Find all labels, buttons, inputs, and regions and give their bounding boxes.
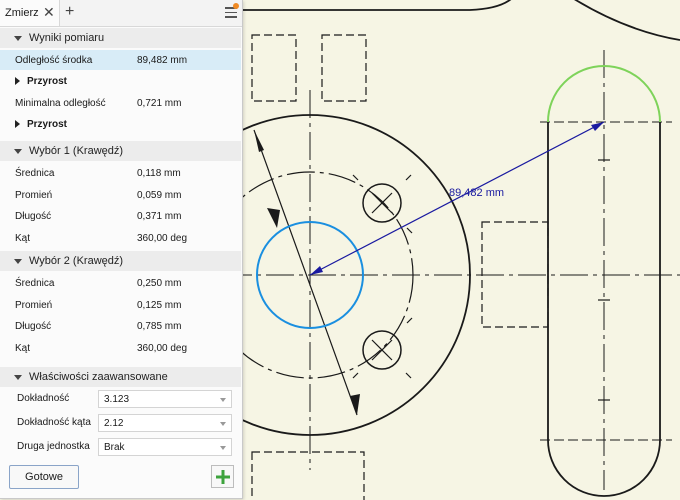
section-title: Wybór 1 (Krawędź) <box>29 145 124 157</box>
increment-expander-1[interactable]: Przyrost <box>15 71 67 91</box>
angle-precision-dropdown[interactable]: 2.12 <box>98 414 232 432</box>
section-results-header[interactable]: Wyniki pomiaru <box>0 28 241 48</box>
row-diameter-2[interactable]: Średnica 0,250 mm <box>0 273 241 293</box>
done-button[interactable]: Gotowe <box>9 465 79 489</box>
hidden-rect-bottom <box>251 451 365 500</box>
panel-tabbar: Zmierz ✕ + <box>0 0 242 27</box>
row-value: 0,721 mm <box>137 97 182 109</box>
add-tab-icon[interactable]: + <box>65 3 74 21</box>
row-label: Średnica <box>15 167 55 179</box>
row-value: 360,00 deg <box>137 342 188 354</box>
dimension-label: 89,482 mm <box>449 187 504 199</box>
row-radius-1[interactable]: Promień 0,059 mm <box>0 185 241 205</box>
row-value: 0,125 mm <box>137 299 182 311</box>
tab-title: Zmierz <box>5 7 39 19</box>
dimension-arrow-start <box>310 266 323 275</box>
row-value: 360,00 deg <box>137 232 188 244</box>
row-value: 0,059 mm <box>137 189 182 201</box>
expand-triangle-icon <box>15 77 20 85</box>
row-value: 0,785 mm <box>137 320 182 332</box>
collapse-triangle-icon <box>14 258 22 264</box>
chevron-down-icon <box>220 398 226 402</box>
section-arrow-bottom <box>350 394 360 415</box>
row-label: Promień <box>15 189 53 201</box>
row-value: 0,250 mm <box>137 277 182 289</box>
dropdown-value: Brak <box>104 441 125 453</box>
precision-dropdown[interactable]: 3.123 <box>98 390 232 408</box>
row-label: Długość <box>15 210 52 222</box>
row-value: 0,118 mm <box>137 167 181 179</box>
second-unit-dropdown[interactable]: Brak <box>98 438 232 456</box>
row-value: 0,371 mm <box>137 210 182 222</box>
hidden-rect-top-right <box>321 34 367 102</box>
section-selection2-header[interactable]: Wybór 2 (Krawędź) <box>0 251 241 271</box>
precision-label: Dokładność <box>17 393 70 404</box>
increment-label: Przyrost <box>27 75 68 87</box>
plus-icon <box>215 469 230 484</box>
chevron-down-icon <box>220 446 226 450</box>
close-icon[interactable]: ✕ <box>43 4 55 21</box>
row-diameter-1[interactable]: Średnica 0,118 mm <box>0 163 241 183</box>
row-label: Kąt <box>15 342 31 354</box>
row-length-1[interactable]: Długość 0,371 mm <box>0 206 241 226</box>
expand-triangle-icon <box>15 120 20 128</box>
hidden-rect-top-left <box>251 34 297 102</box>
add-button[interactable] <box>211 465 234 488</box>
tab-measure[interactable]: Zmierz ✕ <box>0 0 60 26</box>
collapse-triangle-icon <box>14 35 22 41</box>
row-label: Kąt <box>15 232 31 244</box>
notification-dot <box>233 3 239 9</box>
section-selection1-header[interactable]: Wybór 1 (Krawędź) <box>0 141 241 161</box>
row-length-2[interactable]: Długość 0,785 mm <box>0 316 241 336</box>
row-label: Odległość środka <box>15 54 93 66</box>
row-angle-2[interactable]: Kąt 360,00 deg <box>0 338 241 358</box>
collapse-triangle-icon <box>14 374 22 380</box>
dropdown-value: 2.12 <box>104 417 124 429</box>
row-label: Długość <box>15 320 52 332</box>
collapse-triangle-icon <box>14 148 22 154</box>
angle-precision-label: Dokładność kąta <box>17 417 91 428</box>
increment-label: Przyrost <box>27 118 68 130</box>
row-min-distance[interactable]: Minimalna odległość 0,721 mm <box>0 93 241 113</box>
section-title: Wybór 2 (Krawędź) <box>29 255 124 267</box>
row-angle-1[interactable]: Kąt 360,00 deg <box>0 228 241 248</box>
row-radius-2[interactable]: Promień 0,125 mm <box>0 295 241 315</box>
chevron-down-icon <box>220 422 226 426</box>
dimension-arrow-end <box>591 122 604 131</box>
row-label: Średnica <box>15 277 55 289</box>
section-advanced-header[interactable]: Właściwości zaawansowane <box>0 367 241 387</box>
section-title: Właściwości zaawansowane <box>29 371 168 383</box>
second-unit-label: Druga jednostka <box>17 441 90 452</box>
dropdown-value: 3.123 <box>104 393 130 405</box>
section-title: Wyniki pomiaru <box>29 32 105 44</box>
section-arrow-top <box>254 130 264 152</box>
measure-panel: Zmierz ✕ + Wyniki pomiaru Odległość środ… <box>0 0 243 499</box>
row-center-distance[interactable]: Odległość środka 89,482 mm <box>0 50 241 70</box>
row-value: 89,482 mm <box>137 54 188 66</box>
increment-expander-2[interactable]: Przyrost <box>15 114 67 134</box>
row-label: Minimalna odległość <box>15 97 106 109</box>
row-label: Promień <box>15 299 53 311</box>
